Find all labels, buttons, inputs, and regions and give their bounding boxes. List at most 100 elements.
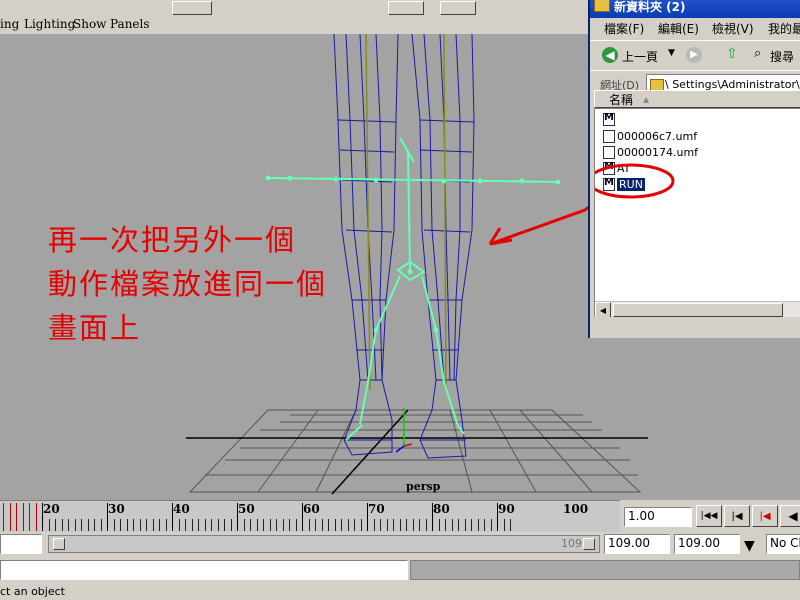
list-item[interactable]: 000006c7.umf [603, 128, 697, 144]
range-slider-end-handle[interactable] [583, 538, 595, 550]
minor-tick [289, 519, 290, 531]
character-set-field[interactable]: No Ch [766, 534, 800, 554]
timeline-label: 30 [108, 502, 125, 516]
back-button[interactable]: 上一頁 [622, 48, 658, 65]
minor-tick [490, 519, 492, 531]
menu-lighting[interactable]: Lighting [24, 17, 75, 31]
explorer-menu-edit[interactable]: 編輯(E) [658, 20, 699, 37]
explorer-menu-file[interactable]: 檔案(F) [604, 20, 644, 37]
minor-tick [68, 519, 69, 531]
minor-tick [113, 519, 115, 531]
annotation-text: 再一次把另外一個 動作檔案放進同一個 畫面上 [48, 218, 327, 350]
file-list[interactable]: 000006c7.umf 00000174.umf AT RUN ◀ [594, 108, 800, 317]
minor-tick [445, 519, 446, 531]
minor-tick [211, 519, 212, 531]
column-header-name[interactable]: 名稱 ▲ [594, 90, 800, 108]
timeline-label: 80 [433, 502, 450, 516]
document-icon [603, 129, 615, 143]
forward-arrow-icon[interactable]: ▶ [686, 47, 702, 63]
scroll-left-icon[interactable]: ◀ [595, 302, 611, 317]
minor-tick [328, 519, 329, 531]
camera-label: persp [406, 480, 441, 493]
timeline-label: 70 [368, 502, 385, 516]
range-slider-start-handle[interactable] [53, 538, 65, 550]
range-slider-bar: 109 109.00 109.00 ▼ No Ch [0, 532, 800, 558]
help-line: ct an object [0, 582, 800, 600]
current-frame-field[interactable]: 1.00 [624, 507, 692, 527]
timeline-label: 60 [303, 502, 320, 516]
step-back-icon[interactable]: |◀ [724, 505, 750, 527]
toolbar-button-c[interactable] [440, 1, 476, 15]
minor-tick [464, 519, 466, 531]
menu-panels[interactable]: Panels [110, 17, 150, 31]
minor-tick [503, 519, 505, 531]
minor-tick [282, 519, 284, 531]
list-item[interactable]: 00000174.umf [603, 144, 698, 160]
minor-tick [178, 519, 180, 531]
menu-show[interactable]: Show [73, 17, 106, 31]
minor-tick [165, 519, 167, 531]
folder-icon [594, 0, 610, 12]
minor-tick [373, 519, 375, 531]
search-icon[interactable]: ⌕ [754, 46, 761, 61]
minor-tick [230, 519, 232, 531]
minor-tick [341, 519, 342, 531]
list-item[interactable] [603, 111, 617, 127]
panel-menu-bar: ing Lighting Show Panels [0, 16, 600, 34]
annotation-line: 動作檔案放進同一個 [48, 267, 328, 301]
up-folder-icon[interactable]: ⇧ [726, 46, 740, 62]
annotation-line: 再一次把另外一個 [48, 223, 297, 257]
minor-tick [315, 519, 316, 531]
minor-tick [87, 519, 89, 531]
minor-tick [510, 519, 511, 531]
minor-tick [198, 519, 199, 531]
timeline-label: 50 [238, 502, 255, 516]
back-arrow-icon[interactable]: ◀ [602, 47, 618, 63]
back-dropdown-icon[interactable]: ▼ [668, 48, 675, 58]
minor-tick [471, 519, 472, 531]
minor-tick [159, 519, 160, 531]
toolbar-button-b[interactable] [388, 1, 424, 15]
minor-tick [484, 519, 485, 531]
step-back-key-icon[interactable]: |◀ [752, 505, 778, 527]
explorer-window[interactable]: 新資料夾 (2) 檔案(F) 編輯(E) 檢視(V) 我的最 ◀ 上一頁 ▼ ▶… [588, 0, 800, 338]
annotation-arrow-icon [488, 174, 600, 246]
minor-tick [419, 519, 420, 531]
annotation-circle-icon [595, 163, 675, 199]
search-button[interactable]: 搜尋 [770, 48, 794, 65]
go-to-start-icon[interactable]: |◀◀ [696, 505, 722, 527]
time-slider[interactable]: 20 30 40 50 60 70 80 90 100 [0, 500, 620, 533]
menu-shading[interactable]: ing [0, 17, 19, 31]
keyframe-tick [22, 503, 24, 531]
minor-tick [458, 519, 459, 531]
minor-tick [152, 519, 154, 531]
command-result [410, 560, 800, 580]
play-backwards-icon[interactable]: ◀ [780, 505, 800, 527]
range-start-value[interactable]: 109.00 [604, 534, 670, 554]
minor-tick [406, 519, 407, 531]
minor-tick [354, 519, 355, 531]
range-slider[interactable]: 109 [48, 535, 600, 553]
keyframe-tick [29, 503, 30, 531]
minor-tick [276, 519, 277, 531]
minor-tick [217, 519, 219, 531]
minor-tick [81, 519, 82, 531]
range-end-value[interactable]: 109.00 [674, 534, 740, 554]
minor-tick [386, 519, 388, 531]
command-input[interactable] [0, 560, 408, 580]
range-start-field[interactable] [0, 534, 42, 554]
toolbar-button-a[interactable] [172, 1, 212, 15]
minor-tick [250, 519, 251, 531]
explorer-title-bar[interactable]: 新資料夾 (2) [590, 0, 800, 18]
explorer-menu-favorites[interactable]: 我的最 [768, 20, 800, 37]
explorer-menu-view[interactable]: 檢視(V) [712, 20, 754, 37]
minor-tick [204, 519, 206, 531]
scrollbar-thumb[interactable] [613, 303, 783, 317]
dropdown-arrow-icon[interactable]: ▼ [744, 538, 755, 554]
maya-file-icon [603, 112, 615, 126]
horizontal-scrollbar[interactable]: ◀ [595, 301, 800, 317]
minor-tick [438, 519, 440, 531]
maya-top-toolbar [0, 0, 600, 17]
help-text: ct an object [0, 585, 65, 598]
sort-ascending-icon: ▲ [643, 94, 650, 104]
